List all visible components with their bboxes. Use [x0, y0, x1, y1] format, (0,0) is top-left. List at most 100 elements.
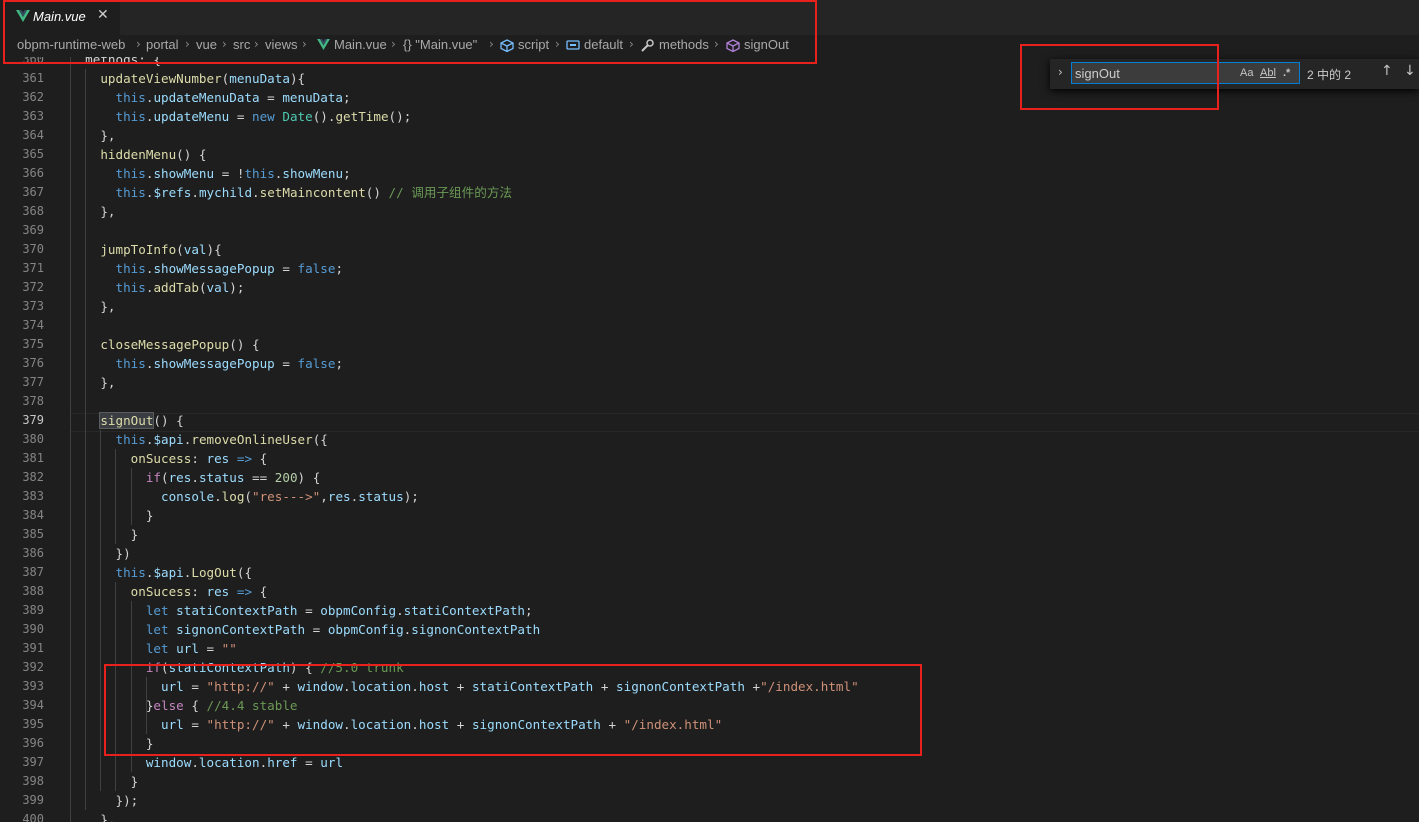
code-line[interactable]: let signonContextPath = obpmConfig.signo… — [70, 620, 540, 639]
breadcrumb-item[interactable]: script — [518, 37, 549, 52]
find-input[interactable] — [1075, 65, 1235, 81]
code-line[interactable]: let statiContextPath = obpmConfig.statiC… — [70, 601, 533, 620]
code-line[interactable]: this.showMessagePopup = false; — [70, 259, 344, 278]
code-line[interactable]: this.$api.removeOnlineUser({ — [70, 430, 328, 449]
breadcrumb-item[interactable]: views — [265, 37, 298, 52]
code-line[interactable]: url = "http://" + window.location.host +… — [70, 677, 859, 696]
code-line[interactable]: }else { //4.4 stable — [70, 696, 298, 715]
code-token: obpmConfig — [320, 603, 397, 618]
code-token: hiddenMenu — [100, 147, 177, 162]
code-token: getTime — [335, 109, 389, 124]
code-token: } — [70, 698, 154, 713]
code-line[interactable]: this.updateMenu = new Date().getTime(); — [70, 107, 412, 126]
regex-button[interactable]: .* — [1283, 67, 1290, 79]
code-token: console — [161, 489, 215, 504]
code-line[interactable]: onSucess: res => { — [70, 449, 268, 468]
code-line[interactable]: }, — [70, 297, 115, 316]
code-line[interactable]: }, — [70, 202, 115, 221]
code-line[interactable]: }, — [70, 126, 115, 145]
code-line[interactable]: jumpToInfo(val){ — [70, 240, 221, 259]
code-token: ( — [198, 280, 207, 295]
code-line[interactable]: if(statiContextPath) { //5.0 trunk — [70, 658, 404, 677]
breadcrumb-item[interactable]: default — [584, 37, 623, 52]
code-token: ); — [229, 280, 245, 295]
code-line[interactable]: } — [70, 506, 154, 525]
code-token: : — [191, 451, 207, 466]
code-token: () { — [153, 413, 184, 428]
code-token: "/index.html" — [760, 679, 859, 694]
code-token: . — [214, 489, 222, 504]
code-line[interactable]: } — [70, 525, 139, 544]
code-line[interactable]: } — [70, 734, 154, 753]
code-line[interactable]: this.showMessagePopup = false; — [70, 354, 344, 373]
code-line[interactable]: onSucess: res => { — [70, 582, 268, 601]
breadcrumb-item[interactable]: {} "Main.vue" — [403, 37, 477, 52]
code-editor[interactable]: 360 361 362 363 364 365 366 367 368 369 370 371 372 3… — [0, 57, 1419, 822]
code-token: obpmConfig — [327, 622, 404, 637]
toggle-replace-icon[interactable]: › — [1058, 65, 1063, 79]
code-line[interactable]: let url = "" — [70, 639, 237, 658]
line-number: 380 — [22, 432, 44, 446]
line-number: 377 — [22, 375, 44, 389]
code-line[interactable]: this.showMenu = !this.showMenu; — [70, 164, 351, 183]
code-line[interactable]: url = "http://" + window.location.host +… — [70, 715, 722, 734]
code-token: { — [252, 584, 268, 599]
code-token: status — [198, 470, 245, 485]
breadcrumb-item[interactable]: signOut — [744, 37, 789, 52]
line-number: 376 — [22, 356, 44, 370]
previous-match-button[interactable]: ↑ — [1381, 63, 1393, 79]
code-line[interactable]: this.$refs.mychild.setMaincontent() // 调… — [70, 183, 513, 202]
code-line[interactable]: hiddenMenu() { — [70, 145, 207, 164]
code-line[interactable]: } — [70, 772, 139, 791]
breadcrumb-item[interactable]: methods — [659, 37, 709, 52]
breadcrumb-item[interactable]: obpm-runtime-web — [17, 37, 125, 52]
tab-main-vue[interactable]: Main.vue ✕ — [0, 0, 120, 35]
whole-word-button[interactable]: Abl — [1260, 67, 1276, 79]
line-number: 372 — [22, 280, 44, 294]
code-line[interactable]: window.location.href = url — [70, 753, 343, 772]
close-icon[interactable]: ✕ — [97, 7, 109, 23]
code-token: () { — [176, 147, 207, 162]
code-line[interactable]: console.log("res--->",res.status); — [70, 487, 419, 506]
breadcrumb-item[interactable]: portal — [146, 37, 179, 52]
match-case-button[interactable]: Aa — [1240, 67, 1253, 79]
code-token: ; — [335, 356, 344, 371]
code-token: showMenu — [153, 166, 215, 181]
code-token: } — [70, 508, 154, 523]
code-token: ( — [161, 470, 169, 485]
code-token: ( — [161, 660, 169, 675]
next-match-button[interactable]: ↓ — [1404, 63, 1416, 79]
code-line[interactable]: this.$api.LogOut({ — [70, 563, 253, 582]
code-line[interactable]: }); — [70, 791, 138, 810]
code-token: res — [206, 584, 230, 599]
code-token: location — [350, 717, 412, 732]
code-line[interactable]: }, — [70, 373, 115, 392]
code-line[interactable]: this.addTab(val); — [70, 278, 245, 297]
code-token: this — [115, 280, 146, 295]
code-line[interactable]: }) — [70, 544, 130, 563]
code-token: new — [252, 109, 275, 124]
code-token: //5.0 trunk — [320, 660, 404, 675]
code-token: }); — [70, 793, 139, 808]
code-token: updateMenu — [153, 109, 230, 124]
code-line[interactable]: closeMessagePopup() { — [70, 335, 260, 354]
breadcrumb-item[interactable]: src — [233, 37, 250, 52]
breadcrumb-item[interactable]: Main.vue — [334, 37, 387, 52]
code-token: = — [305, 622, 328, 637]
breadcrumb-item[interactable]: vue — [196, 37, 217, 52]
code-token: . — [411, 679, 419, 694]
code-token: "http://" — [206, 717, 275, 732]
code-line[interactable]: this.updateMenuData = menuData; — [70, 88, 351, 107]
code-line[interactable]: signOut() { — [70, 411, 184, 430]
code-line[interactable]: methods: { — [70, 57, 161, 69]
code-token: () { — [229, 337, 260, 352]
code-line[interactable]: updateViewNumber(menuData){ — [70, 69, 305, 88]
code-token: signonContextPath — [411, 622, 541, 637]
code-token: showMessagePopup — [153, 356, 275, 371]
code-line[interactable]: if(res.status == 200) { — [70, 468, 320, 487]
code-line[interactable]: }, — [70, 810, 115, 822]
code-token: window — [297, 717, 344, 732]
code-token: = — [198, 641, 222, 656]
code-token: signonContextPath — [471, 717, 601, 732]
